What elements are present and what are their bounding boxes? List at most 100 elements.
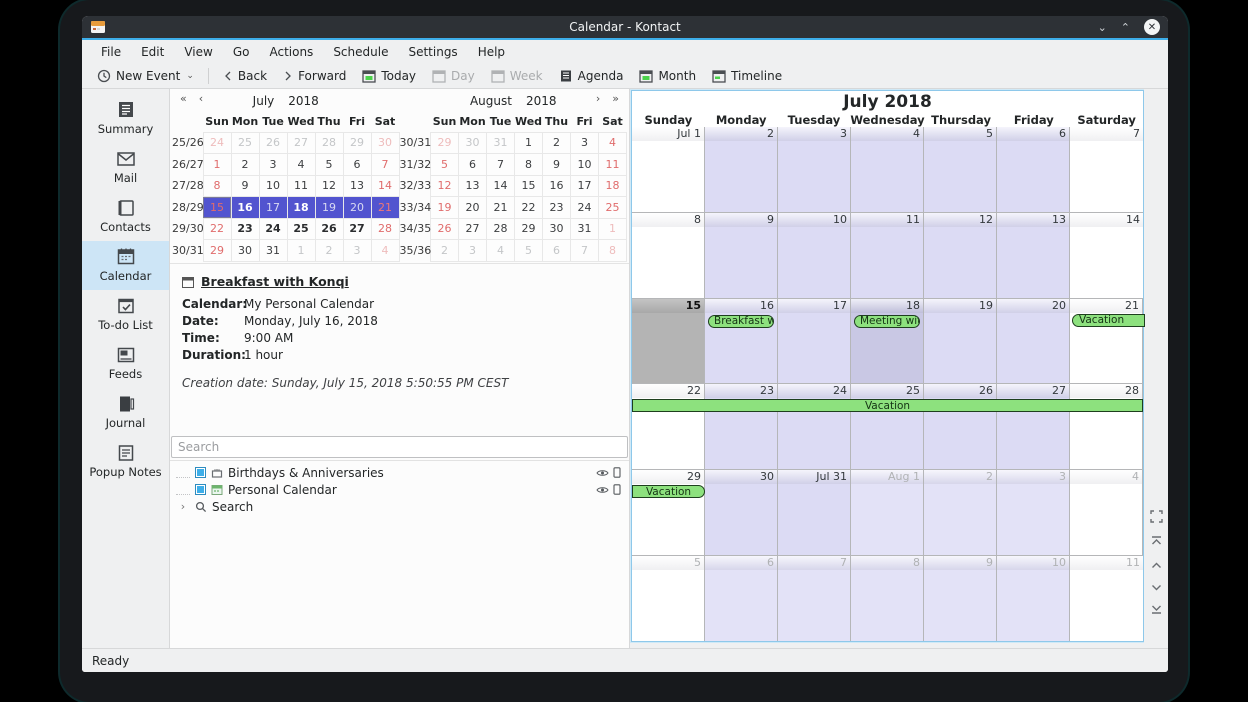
mini-day[interactable]: 11 [599,154,627,176]
mini-day[interactable]: 29 [431,132,459,154]
mini-day[interactable]: 5 [431,154,459,176]
month-day-cell[interactable]: 30 [705,470,778,555]
mini-day[interactable]: 7 [571,240,599,262]
month-view[interactable]: July 2018 SundayMondayTuesdayWednesdayTh… [631,90,1144,642]
month-day-cell[interactable]: Jul 1 [632,127,705,212]
fit-view-button[interactable] [1150,510,1163,526]
month-day-cell[interactable]: 21 [1070,299,1143,384]
mini-day[interactable]: 24 [203,132,231,154]
calendar-list-item[interactable]: ›Search [170,498,629,515]
mini-day[interactable]: 4 [599,132,627,154]
mini-day[interactable]: 31 [259,240,287,262]
month-button[interactable]: Month [632,66,703,86]
mini-day[interactable]: 15 [203,197,231,219]
mini-day[interactable]: 29 [203,240,231,262]
month-day-cell[interactable]: 13 [997,213,1070,298]
mini-day[interactable]: 15 [515,175,543,197]
week-number[interactable]: 33/34 [400,197,431,219]
sidebar-item-feeds[interactable]: Feeds [82,339,169,388]
month-day-cell[interactable]: 9 [705,213,778,298]
week-number[interactable]: 30/31 [400,132,431,154]
month-day-cell[interactable]: 9 [924,556,997,641]
month-day-cell[interactable]: 3 [778,127,851,212]
week-number[interactable]: 26/27 [172,154,203,176]
mini-day[interactable]: 26 [315,218,343,240]
close-button[interactable]: ✕ [1144,19,1160,35]
mini-day[interactable]: 4 [487,240,515,262]
month-day-cell[interactable]: 4 [1070,470,1143,555]
mini-day[interactable]: 25 [231,132,259,154]
expander-icon[interactable]: › [176,500,190,513]
mini-day[interactable]: 12 [315,175,343,197]
week-number[interactable]: 34/35 [400,218,431,240]
mini-day[interactable]: 26 [431,218,459,240]
mini-day[interactable]: 2 [231,154,259,176]
week-number[interactable]: 25/26 [172,132,203,154]
mini-day[interactable]: 30 [543,218,571,240]
mini-day[interactable]: 20 [459,197,487,219]
mini-day[interactable]: 7 [371,154,399,176]
mini-day[interactable]: 18 [287,197,315,219]
menu-go[interactable]: Go [224,43,259,61]
mini-day[interactable]: 3 [343,240,371,262]
month-day-cell[interactable]: 22 [632,384,705,469]
mini-day[interactable]: 24 [259,218,287,240]
month-day-cell[interactable]: Jul 31 [778,470,851,555]
search-input[interactable] [171,436,628,458]
month-day-cell[interactable]: 10 [778,213,851,298]
mini-day[interactable]: 22 [203,218,231,240]
mini-day[interactable]: 22 [515,197,543,219]
prev-month-button[interactable]: ‹ [199,92,203,105]
mini-day[interactable]: 26 [259,132,287,154]
month-day-cell[interactable]: 2 [705,127,778,212]
scroll-to-bottom-button[interactable] [1150,604,1163,618]
calendar-checkbox[interactable] [195,467,206,478]
mini-day[interactable]: 4 [371,240,399,262]
mini-day[interactable]: 27 [343,218,371,240]
forward-button[interactable]: Forward [276,66,353,86]
month-day-cell[interactable]: 27 [997,384,1070,469]
event-pill[interactable]: Breakfast with... [708,315,774,328]
mini-day[interactable]: 11 [287,175,315,197]
device-icon[interactable] [613,484,621,495]
mini-day[interactable]: 30 [371,132,399,154]
mini-day[interactable]: 6 [543,240,571,262]
mini-day[interactable]: 19 [431,197,459,219]
month-day-cell[interactable]: 20 [997,299,1070,384]
month-day-cell[interactable]: 25 [851,384,924,469]
mini-day[interactable]: 3 [259,154,287,176]
mini-day[interactable]: 5 [515,240,543,262]
month-day-cell[interactable]: 23 [705,384,778,469]
month-day-cell[interactable]: 29 [632,470,705,555]
month-day-cell[interactable]: 8 [632,213,705,298]
agenda-button[interactable]: Agenda [552,66,631,86]
month-day-cell[interactable]: 18Meeting with .... [851,299,924,384]
mini-day[interactable]: 16 [543,175,571,197]
mini-month-year[interactable]: 2018 [288,94,319,108]
mini-day[interactable]: 1 [515,132,543,154]
sidebar-item-mail[interactable]: Mail [82,143,169,192]
mini-day[interactable]: 3 [571,132,599,154]
mini-day[interactable]: 2 [543,132,571,154]
month-day-cell[interactable]: 26 [924,384,997,469]
mini-day[interactable]: 17 [571,175,599,197]
month-day-cell[interactable]: 8 [851,556,924,641]
week-number[interactable]: 35/36 [400,240,431,262]
mini-day[interactable]: 1 [599,218,627,240]
next-month-button[interactable]: › [596,92,600,105]
new-event-button[interactable]: New Event⌄ [90,66,201,86]
mini-day[interactable]: 29 [515,218,543,240]
sidebar-item-to-do-list[interactable]: To-do List [82,290,169,339]
month-day-cell[interactable]: 11 [1070,556,1143,641]
month-day-cell[interactable]: Aug 1 [851,470,924,555]
menu-actions[interactable]: Actions [260,43,322,61]
multiday-event-bar[interactable]: Vacation [632,399,1143,412]
mini-day[interactable]: 16 [231,197,259,219]
mini-day[interactable]: 10 [259,175,287,197]
calendar-checkbox[interactable] [195,484,206,495]
month-day-cell[interactable]: 7 [778,556,851,641]
calendar-list-item[interactable]: Personal Calendar [170,481,629,498]
eye-icon[interactable] [596,484,609,495]
mini-day[interactable]: 28 [315,132,343,154]
month-day-cell[interactable]: 6 [705,556,778,641]
